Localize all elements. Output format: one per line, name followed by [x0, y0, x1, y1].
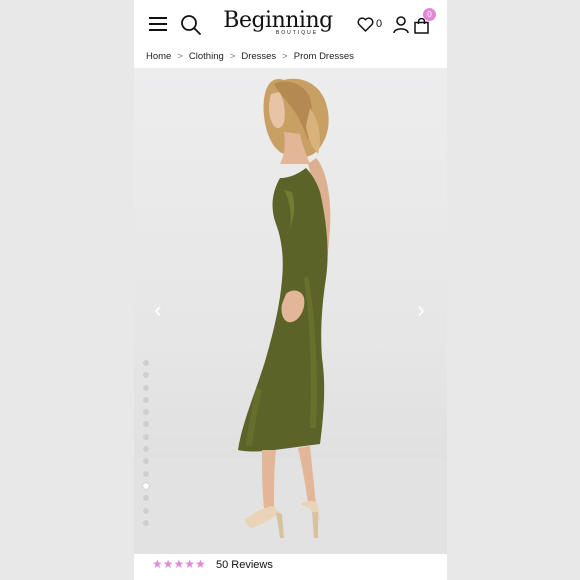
breadcrumb-separator: > — [229, 51, 236, 62]
carousel-dot[interactable] — [143, 507, 149, 514]
shopping-bag-button[interactable]: 0 — [414, 8, 438, 36]
search-icon[interactable] — [180, 14, 202, 36]
carousel-dot[interactable] — [143, 433, 149, 440]
carousel-dot[interactable] — [143, 409, 149, 416]
breadcrumb-dresses[interactable]: Dresses — [241, 51, 276, 62]
heart-icon — [357, 17, 374, 32]
user-icon[interactable] — [393, 16, 409, 34]
breadcrumb-prom-dresses[interactable]: Prom Dresses — [294, 51, 354, 62]
carousel-dot[interactable] — [143, 495, 149, 502]
product-reviews-summary: ★★★★★ 50 Reviews — [134, 554, 447, 580]
carousel-dot[interactable] — [143, 519, 149, 526]
breadcrumb-separator: > — [282, 51, 288, 62]
wishlist-count: 0 — [376, 18, 383, 30]
hamburger-menu-icon[interactable] — [149, 17, 167, 31]
reviews-link[interactable]: 50 Reviews — [216, 556, 273, 574]
carousel-dot[interactable] — [143, 470, 149, 477]
product-image-carousel[interactable]: ‹ › — [134, 68, 447, 554]
carousel-dot[interactable] — [143, 384, 149, 391]
wishlist-button[interactable]: 0 — [357, 17, 389, 33]
star-rating: ★★★★★ — [152, 557, 206, 571]
product-page: Beginning BOUTIQUE 0 0 Home > Clothing > Dre… — [134, 0, 447, 580]
carousel-dot[interactable] — [143, 421, 149, 428]
carousel-dot[interactable] — [143, 372, 149, 379]
carousel-next-arrow[interactable]: › — [411, 298, 431, 322]
breadcrumb-home[interactable]: Home — [146, 51, 171, 62]
breadcrumb-separator: > — [177, 51, 183, 62]
site-logo[interactable]: Beginning BOUTIQUE — [216, 9, 340, 41]
carousel-prev-arrow[interactable]: ‹ — [148, 298, 168, 322]
carousel-dot[interactable] — [143, 396, 149, 403]
carousel-dot[interactable] — [143, 482, 149, 489]
bag-count-badge: 0 — [423, 8, 436, 21]
breadcrumb-clothing[interactable]: Clothing — [189, 51, 224, 62]
product-photo-model-in-olive-satin-dress — [238, 78, 331, 538]
carousel-pagination-dots — [143, 360, 151, 532]
carousel-dot[interactable] — [143, 360, 149, 366]
carousel-dot[interactable] — [143, 446, 149, 453]
carousel-dot[interactable] — [143, 458, 149, 465]
breadcrumb: Home > Clothing > Dresses > Prom Dresses — [134, 48, 447, 68]
site-header: Beginning BOUTIQUE 0 0 — [134, 0, 447, 48]
